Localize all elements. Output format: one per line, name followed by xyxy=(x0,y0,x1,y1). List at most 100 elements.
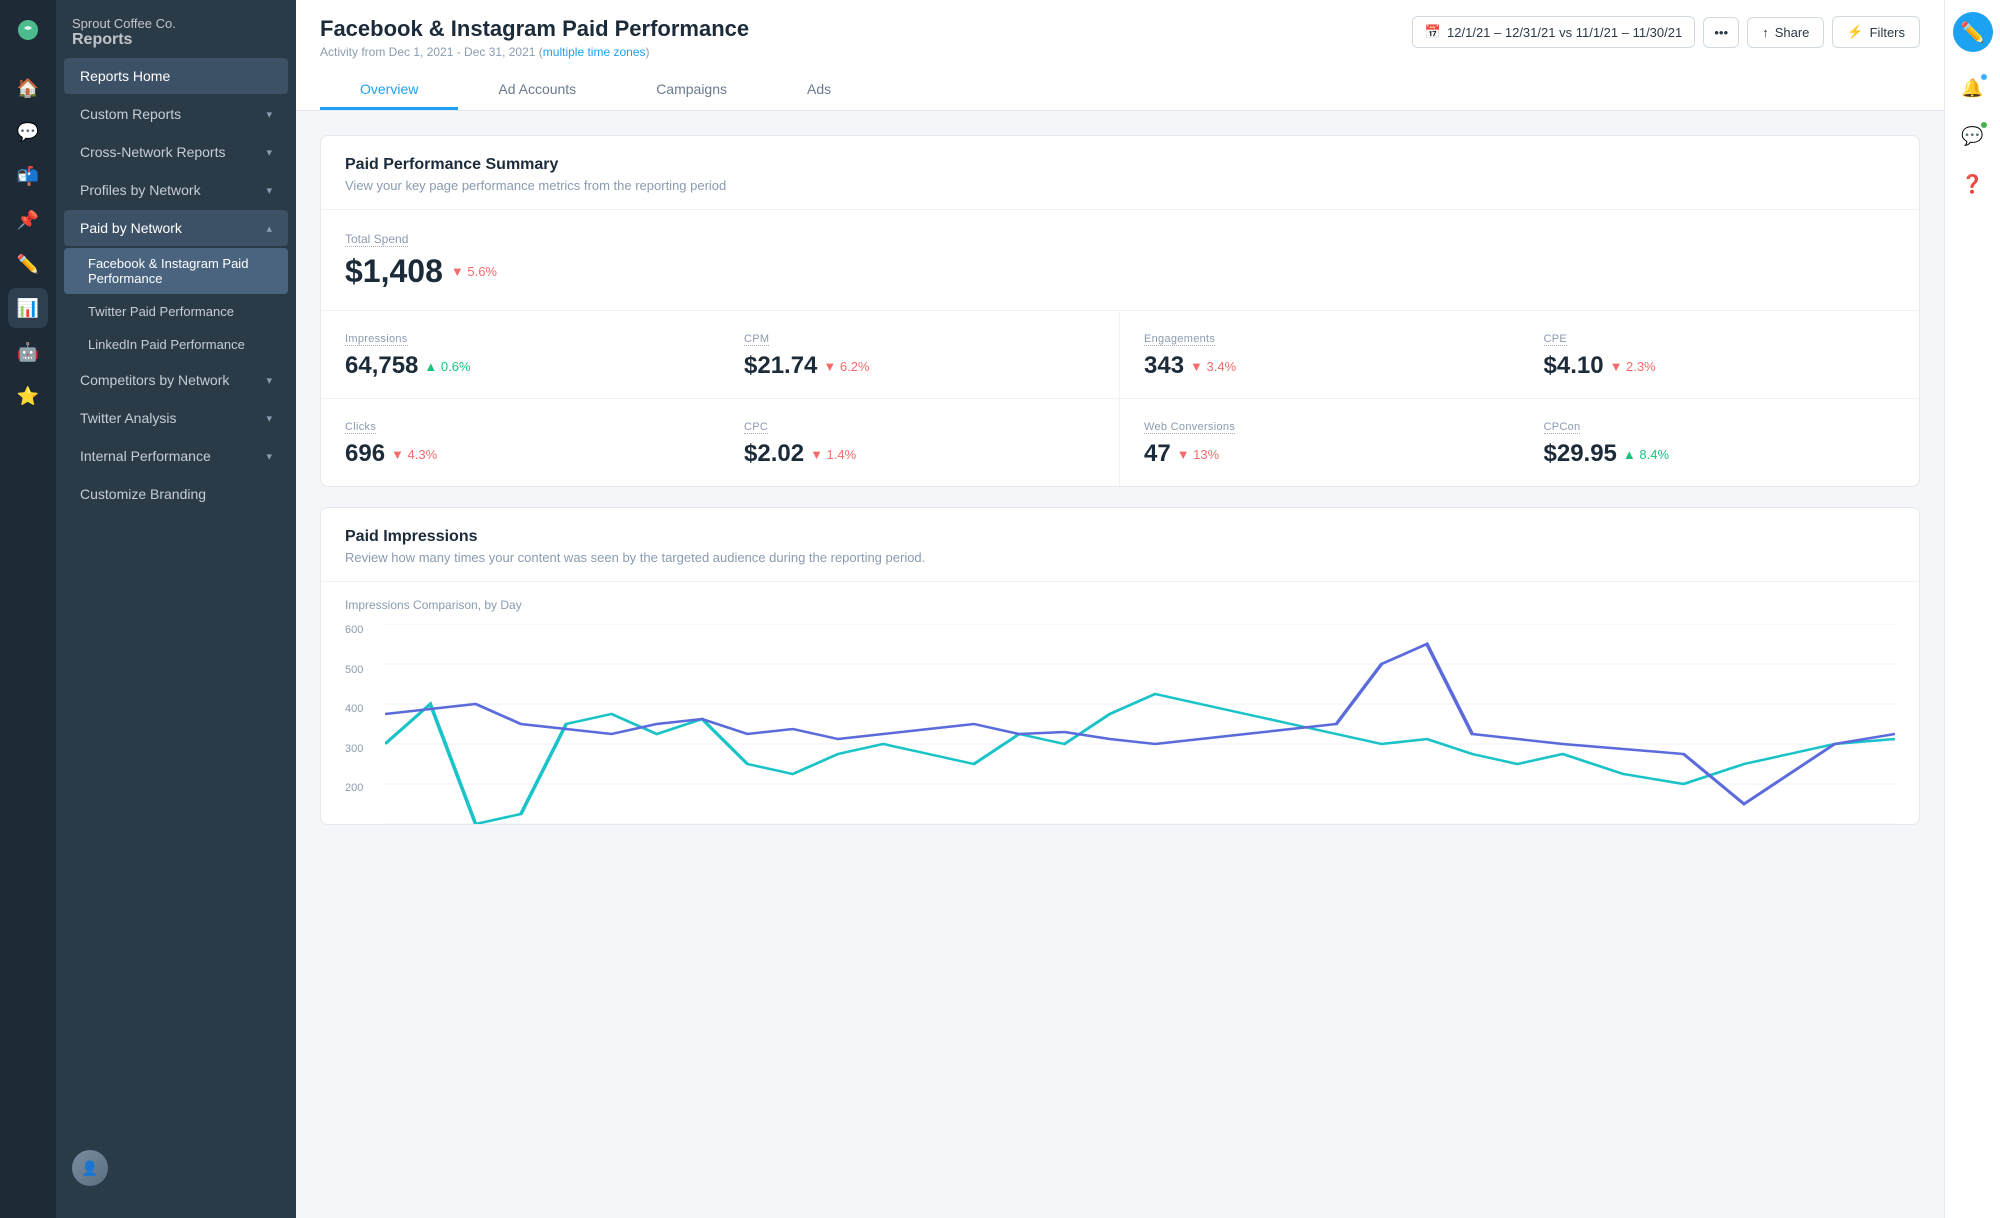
compose-button[interactable]: ✏️ xyxy=(1953,12,1993,52)
y-label-300: 300 xyxy=(345,743,363,755)
tab-bar: Overview Ad Accounts Campaigns Ads xyxy=(320,71,1920,110)
date-range-button[interactable]: 📅 12/1/21 – 12/31/21 vs 11/1/21 – 11/30/… xyxy=(1412,16,1695,48)
y-label-200: 200 xyxy=(345,782,363,794)
share-button[interactable]: ↑ Share xyxy=(1747,17,1824,48)
metrics-left: Impressions 64,758 ▲ 0.6% CPM $21.74 ▼ 6… xyxy=(321,311,1120,486)
y-label-400: 400 xyxy=(345,703,363,715)
total-spend-label: Total Spend xyxy=(345,232,408,247)
impressions-chart-svg xyxy=(385,624,1895,824)
chart-area: 600 500 400 300 200 xyxy=(345,624,1895,824)
y-label-500: 500 xyxy=(345,664,363,676)
nav-icon-compose[interactable]: ✏️ xyxy=(8,244,48,284)
web-conversions-change: ▼ 13% xyxy=(1177,447,1220,462)
chevron-down-icon: ▾ xyxy=(266,374,272,387)
engagements-change: ▼ 3.4% xyxy=(1190,359,1236,374)
nav-icon-inbox[interactable]: 📬 xyxy=(8,156,48,196)
sidebar-item-paid-by-network[interactable]: Paid by Network ▴ xyxy=(64,210,288,246)
header-actions: 📅 12/1/21 – 12/31/21 vs 11/1/21 – 11/30/… xyxy=(1412,16,1920,48)
more-options-button[interactable]: ••• xyxy=(1703,17,1739,48)
total-spend-value: $1,408 ▼ 5.6% xyxy=(345,253,1895,290)
summary-subtitle: View your key page performance metrics f… xyxy=(345,178,1895,193)
metric-impressions: Impressions 64,758 ▲ 0.6% xyxy=(321,311,720,399)
chevron-down-icon: ▾ xyxy=(266,450,272,463)
tab-campaigns[interactable]: Campaigns xyxy=(616,71,767,110)
main-content: Facebook & Instagram Paid Performance Ac… xyxy=(296,0,1944,1218)
metric-cpcon: CPCon $29.95 ▲ 8.4% xyxy=(1520,399,1920,486)
cpcon-change: ▲ 8.4% xyxy=(1623,447,1669,462)
sidebar-item-customize-branding[interactable]: Customize Branding xyxy=(64,476,288,512)
metric-clicks: Clicks 696 ▼ 4.3% xyxy=(321,399,720,486)
chart-comparison-label: Impressions Comparison, by Day xyxy=(345,598,1895,612)
messages-badge xyxy=(1979,120,1989,130)
chevron-up-icon: ▴ xyxy=(266,222,272,235)
sidebar-item-competitors[interactable]: Competitors by Network ▾ xyxy=(64,362,288,398)
main-header: Facebook & Instagram Paid Performance Ac… xyxy=(296,0,1944,111)
chevron-down-icon: ▾ xyxy=(266,146,272,159)
cpe-change: ▼ 2.3% xyxy=(1610,359,1656,374)
current-period-line xyxy=(385,694,1895,824)
metrics-right: Engagements 343 ▼ 3.4% CPE $4.10 ▼ 2.3% xyxy=(1120,311,1919,486)
sidebar-item-fb-ig-paid[interactable]: Facebook & Instagram Paid Performance xyxy=(64,248,288,294)
impressions-card-header: Paid Impressions Review how many times y… xyxy=(321,508,1919,582)
user-avatar[interactable]: 👤 xyxy=(72,1150,108,1186)
notification-badge xyxy=(1979,72,1989,82)
impressions-subtitle: Review how many times your content was s… xyxy=(345,550,1895,565)
paid-performance-summary-card: Paid Performance Summary View your key p… xyxy=(320,135,1920,487)
sidebar-item-internal-performance[interactable]: Internal Performance ▾ xyxy=(64,438,288,474)
chevron-down-icon: ▾ xyxy=(266,412,272,425)
sidebar-item-cross-network[interactable]: Cross-Network Reports ▾ xyxy=(64,134,288,170)
content-area: Paid Performance Summary View your key p… xyxy=(296,111,1944,1218)
metric-cpe: CPE $4.10 ▼ 2.3% xyxy=(1520,311,1920,399)
timezone-link[interactable]: multiple time zones xyxy=(543,45,646,59)
date-range-label: 12/1/21 – 12/31/21 vs 11/1/21 – 11/30/21 xyxy=(1447,25,1682,40)
calendar-icon: 📅 xyxy=(1425,24,1441,40)
sidebar-item-profiles-by-network[interactable]: Profiles by Network ▾ xyxy=(64,172,288,208)
summary-card-header: Paid Performance Summary View your key p… xyxy=(321,136,1919,210)
chart-y-axis: 600 500 400 300 200 xyxy=(345,624,363,794)
notifications-icon[interactable]: 🔔 xyxy=(1953,68,1993,108)
metric-web-conversions: Web Conversions 47 ▼ 13% xyxy=(1120,399,1520,486)
tab-overview[interactable]: Overview xyxy=(320,71,458,110)
sidebar-brand: Sprout Coffee Co. Reports xyxy=(56,0,296,57)
right-icon-rail: ✏️ 🔔 💬 ❓ xyxy=(1944,0,2000,1218)
sidebar: Sprout Coffee Co. Reports Reports Home C… xyxy=(56,0,296,1218)
nav-icon-bot[interactable]: 🤖 xyxy=(8,332,48,372)
sidebar-item-reports-home[interactable]: Reports Home xyxy=(64,58,288,94)
impressions-title: Paid Impressions xyxy=(345,528,1895,546)
share-icon: ↑ xyxy=(1762,25,1769,40)
sidebar-item-twitter-analysis[interactable]: Twitter Analysis ▾ xyxy=(64,400,288,436)
nav-icon-messages[interactable]: 💬 xyxy=(8,112,48,152)
metric-cpm: CPM $21.74 ▼ 6.2% xyxy=(720,311,1119,399)
app-logo xyxy=(10,12,46,48)
tab-ads[interactable]: Ads xyxy=(767,71,871,110)
company-name: Sprout Coffee Co. xyxy=(72,16,280,31)
clicks-change: ▼ 4.3% xyxy=(391,447,437,462)
messages-icon[interactable]: 💬 xyxy=(1953,116,1993,156)
chart-section: Impressions Comparison, by Day 600 500 4… xyxy=(321,582,1919,824)
nav-icon-reports[interactable]: 📊 xyxy=(8,288,48,328)
left-icon-rail: 🏠 💬 📬 📌 ✏️ 📊 🤖 ⭐ xyxy=(0,0,56,1218)
nav-icon-publish[interactable]: 📌 xyxy=(8,200,48,240)
impressions-change: ▲ 0.6% xyxy=(424,359,470,374)
metric-engagements: Engagements 343 ▼ 3.4% xyxy=(1120,311,1520,399)
filter-icon: ⚡ xyxy=(1847,24,1863,40)
page-title: Facebook & Instagram Paid Performance xyxy=(320,16,749,42)
sidebar-item-twitter-paid[interactable]: Twitter Paid Performance xyxy=(64,296,288,327)
tab-ad-accounts[interactable]: Ad Accounts xyxy=(458,71,616,110)
chevron-down-icon: ▾ xyxy=(266,184,272,197)
cpc-change: ▼ 1.4% xyxy=(810,447,856,462)
filters-button[interactable]: ⚡ Filters xyxy=(1832,16,1920,48)
app-name: Reports xyxy=(72,31,280,49)
nav-icon-home[interactable]: 🏠 xyxy=(8,68,48,108)
compare-label: vs 11/1/21 – 11/30/21 xyxy=(1559,25,1682,40)
chart-svg-container xyxy=(385,624,1895,824)
help-icon[interactable]: ❓ xyxy=(1953,164,1993,204)
sidebar-item-linkedin-paid[interactable]: LinkedIn Paid Performance xyxy=(64,329,288,360)
nav-icon-star[interactable]: ⭐ xyxy=(8,376,48,416)
y-label-600: 600 xyxy=(345,624,363,636)
sidebar-item-custom-reports[interactable]: Custom Reports ▾ xyxy=(64,96,288,132)
chevron-down-icon: ▾ xyxy=(266,108,272,121)
paid-impressions-card: Paid Impressions Review how many times y… xyxy=(320,507,1920,825)
page-subtitle: Activity from Dec 1, 2021 - Dec 31, 2021… xyxy=(320,45,749,59)
total-spend-section: Total Spend $1,408 ▼ 5.6% xyxy=(321,210,1919,310)
